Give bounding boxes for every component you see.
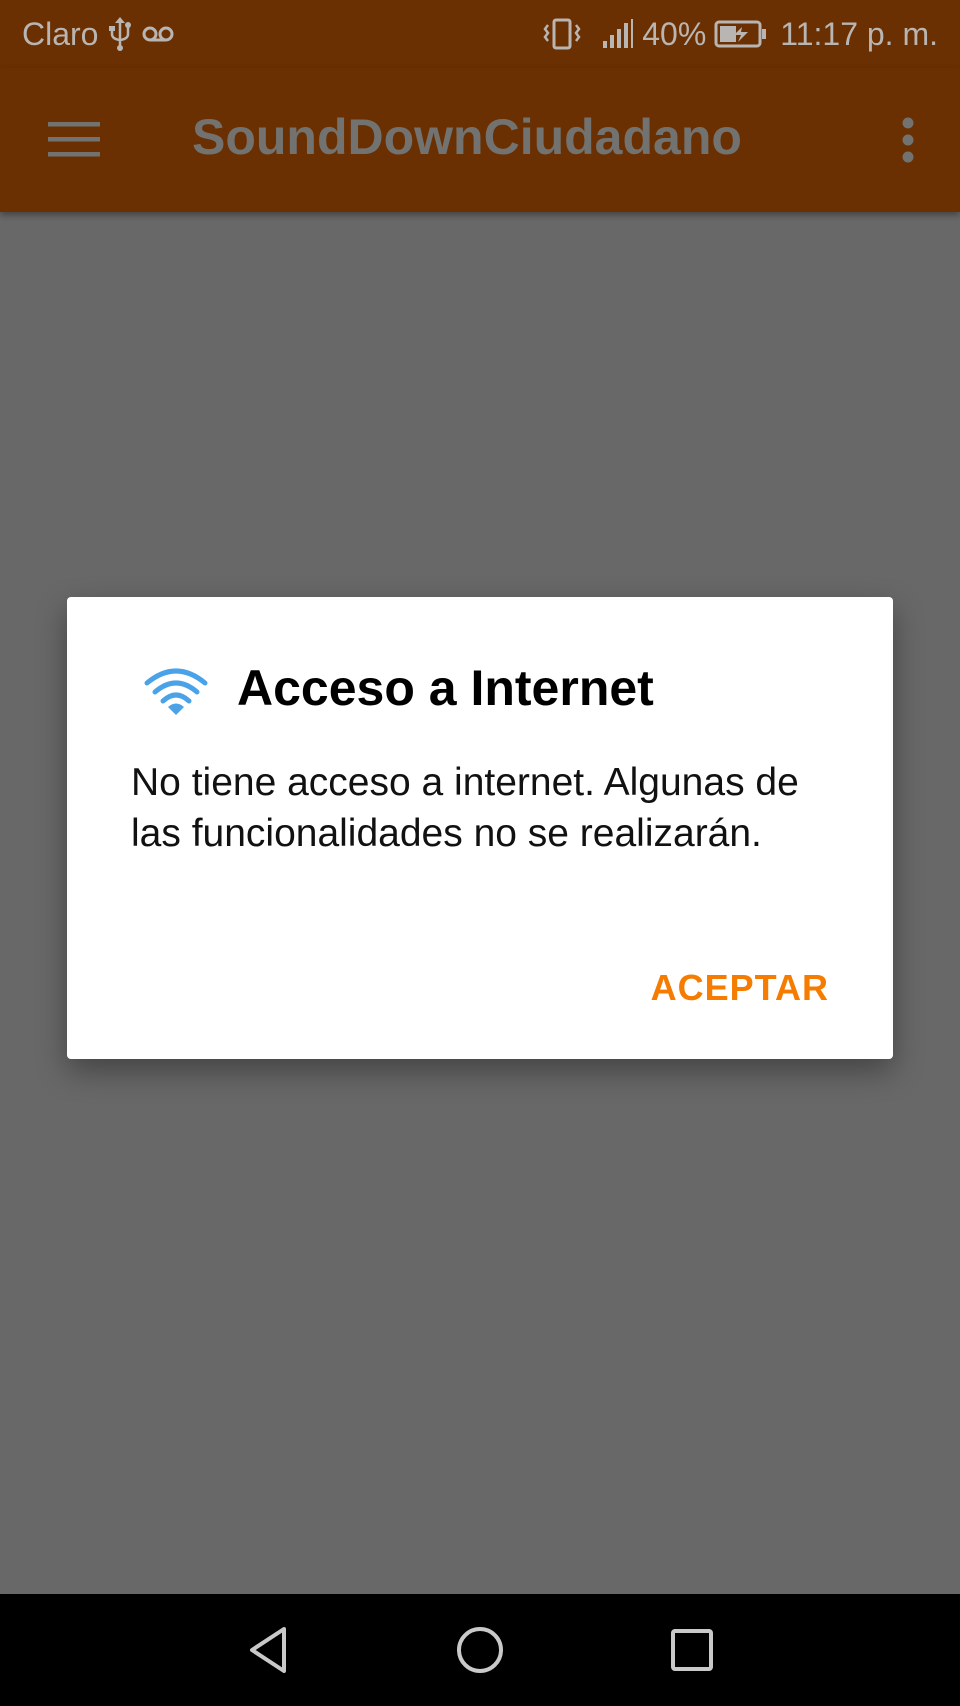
recents-icon[interactable] bbox=[662, 1620, 722, 1680]
dialog-message: No tiene acceso a internet. Algunas de l… bbox=[131, 761, 799, 855]
battery-charging-icon bbox=[714, 20, 768, 48]
navigation-bar bbox=[0, 1594, 960, 1706]
vibrate-icon bbox=[542, 17, 582, 51]
voicemail-icon bbox=[142, 24, 174, 44]
more-vert-icon[interactable] bbox=[896, 114, 920, 166]
hamburger-menu-icon[interactable] bbox=[44, 114, 104, 164]
home-icon[interactable] bbox=[450, 1620, 510, 1680]
app-toolbar: SoundDownCiudadano bbox=[0, 68, 960, 212]
status-bar: Claro 40% 11:17 p. m. bbox=[0, 0, 960, 68]
signal-icon bbox=[602, 19, 634, 49]
carrier-name: Claro bbox=[22, 15, 99, 52]
app-screen: Claro 40% 11:17 p. m. SoundDownCiudadano… bbox=[0, 0, 960, 1706]
internet-access-dialog: Acceso a Internet No tiene acceso a inte… bbox=[67, 597, 893, 1059]
dialog-title: Acceso a Internet bbox=[237, 660, 654, 716]
wifi-icon bbox=[141, 665, 211, 717]
back-icon[interactable] bbox=[238, 1620, 298, 1680]
app-title: SoundDownCiudadano bbox=[192, 109, 742, 165]
accept-button[interactable]: ACEPTAR bbox=[645, 963, 835, 1013]
status-bar-right: 40% 11:17 p. m. bbox=[534, 14, 938, 54]
battery-percent: 40% bbox=[642, 15, 707, 52]
usb-icon bbox=[108, 17, 132, 51]
clock-time: 11:17 p. m. bbox=[780, 15, 938, 52]
status-bar-left: Claro bbox=[22, 14, 184, 54]
